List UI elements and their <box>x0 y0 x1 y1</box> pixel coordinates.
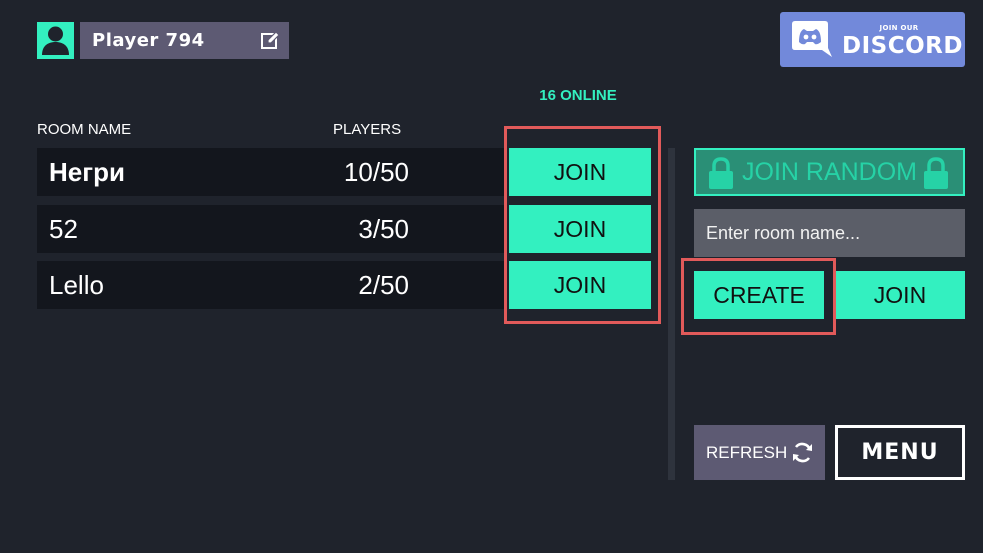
avatar[interactable] <box>37 22 74 59</box>
join-random-button[interactable]: JOIN RANDOM <box>694 148 965 196</box>
room-player-count: 3/50 <box>358 214 409 244</box>
menu-button[interactable]: MENU <box>835 425 965 480</box>
join-room-button[interactable]: JOIN <box>509 261 651 309</box>
room-name-input[interactable] <box>694 209 965 257</box>
room-player-count: 10/50 <box>343 157 409 187</box>
online-count: 16 ONLINE <box>539 87 617 104</box>
room-row[interactable]: Lello 2/50 <box>37 261 504 309</box>
refresh-button[interactable]: REFRESH <box>694 425 825 480</box>
room-name: Lello <box>49 270 104 300</box>
join-room-button[interactable]: JOIN <box>509 205 651 253</box>
refresh-label: REFRESH <box>706 443 788 462</box>
refresh-icon <box>793 442 812 463</box>
join-by-name-button[interactable]: JOIN <box>835 271 965 319</box>
column-header-room-name: ROOM NAME <box>37 121 132 138</box>
lobby-screen: Player 794 JOIN OUR DISCORD 16 ONLINE RO… <box>0 0 983 553</box>
discord-wordmark: DISCORD <box>842 33 963 59</box>
column-header-players: PLAYERS <box>333 121 402 138</box>
join-room-button[interactable]: JOIN <box>509 148 651 196</box>
discord-logo-icon <box>792 21 832 57</box>
lock-icon <box>924 157 948 189</box>
discord-banner[interactable]: JOIN OUR DISCORD <box>780 12 965 67</box>
create-room-button[interactable]: CREATE <box>694 271 824 319</box>
player-name-box[interactable]: Player 794 <box>80 22 289 59</box>
room-list-scrollbar[interactable] <box>668 148 675 480</box>
edit-icon[interactable] <box>260 30 281 51</box>
room-row[interactable]: 52 3/50 <box>37 205 504 253</box>
user-icon <box>42 26 69 55</box>
room-name: Негри <box>49 157 125 187</box>
room-name: 52 <box>49 214 78 244</box>
room-row[interactable]: Негри 10/50 <box>37 148 504 196</box>
player-name: Player 794 <box>92 30 205 51</box>
room-player-count: 2/50 <box>358 270 409 300</box>
discord-join-our-text: JOIN OUR <box>879 24 919 32</box>
